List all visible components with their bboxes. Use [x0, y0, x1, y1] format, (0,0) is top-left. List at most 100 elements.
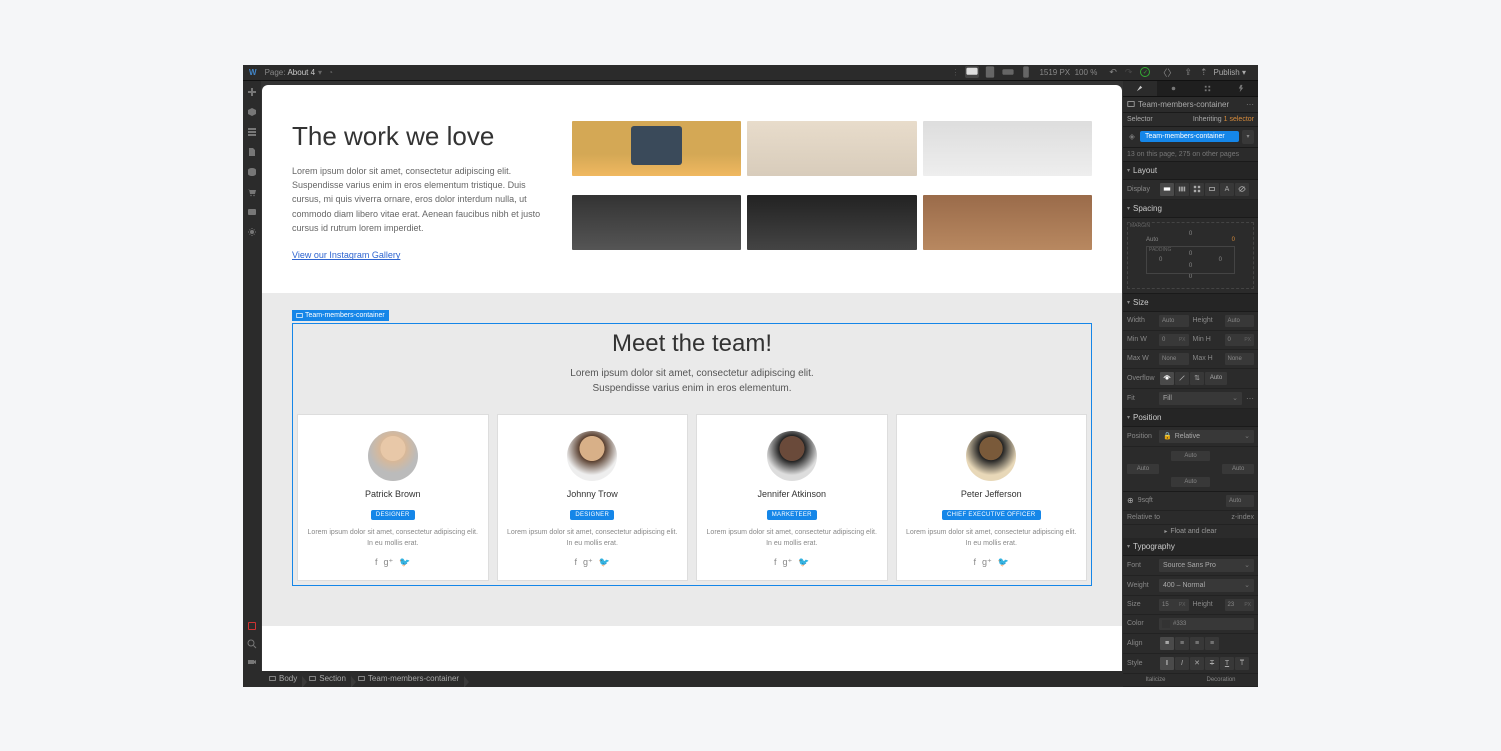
display-inline-block-icon[interactable] [1205, 183, 1219, 196]
deco-underline-icon[interactable]: T [1220, 657, 1234, 670]
pos-top-input[interactable]: Auto [1171, 451, 1209, 461]
status-ok-icon[interactable]: ✓ [1140, 67, 1150, 77]
avatar[interactable] [368, 431, 418, 481]
style-italic-icon[interactable]: I [1175, 657, 1189, 670]
member-role[interactable]: MARKETEER [767, 510, 817, 520]
ecommerce-icon[interactable] [247, 187, 257, 197]
selection-tag[interactable]: Team-members-container [292, 310, 389, 321]
height-input[interactable]: Auto [1225, 315, 1255, 327]
facebook-icon[interactable]: f [974, 557, 977, 568]
page-dropdown-icon[interactable]: ▾ [318, 68, 322, 77]
more-icon[interactable]: ⋯ [1246, 100, 1254, 109]
size-section-header[interactable]: Size [1123, 294, 1258, 312]
member-name[interactable]: Patrick Brown [306, 489, 480, 499]
align-center-icon[interactable]: ≡ [1175, 637, 1189, 650]
position-dropdown[interactable]: 🔒Relative [1159, 430, 1254, 443]
weight-dropdown[interactable]: 400 – Normal [1159, 579, 1254, 592]
google-plus-icon[interactable]: g⁺ [783, 557, 793, 568]
hero-body[interactable]: Lorem ipsum dolor sit amet, consectetur … [292, 164, 552, 236]
google-plus-icon[interactable]: g⁺ [982, 557, 992, 568]
class-chip[interactable]: Team-members-container [1140, 131, 1239, 142]
gallery-image[interactable] [923, 121, 1092, 176]
grip-icon[interactable]: ⋮ [951, 68, 959, 77]
redo-icon[interactable]: ↷ [1125, 67, 1133, 78]
deco-strike-icon[interactable]: T [1205, 657, 1219, 670]
display-grid-icon[interactable] [1190, 183, 1204, 196]
font-size-input[interactable]: 15PX [1159, 599, 1189, 611]
style-manager-tab-icon[interactable] [1191, 81, 1225, 96]
display-none-icon[interactable] [1235, 183, 1249, 196]
team-card[interactable]: Johnny Trow DESIGNER Lorem ipsum dolor s… [497, 414, 689, 581]
display-flex-icon[interactable] [1175, 183, 1189, 196]
gallery-image[interactable] [572, 195, 741, 250]
spacing-section-header[interactable]: Spacing [1123, 200, 1258, 218]
member-bio[interactable]: Lorem ipsum dolor sit amet, consectetur … [905, 528, 1079, 549]
desktop-breakpoint-icon[interactable] [965, 66, 979, 78]
state-dropdown-icon[interactable]: ▾ [1242, 130, 1254, 144]
line-height-input[interactable]: 23PX [1225, 599, 1255, 611]
code-icon[interactable]: 〈〉 [1158, 66, 1176, 79]
gallery-image[interactable] [747, 195, 916, 250]
facebook-icon[interactable]: f [375, 557, 378, 568]
pos-right-input[interactable]: Auto [1222, 464, 1254, 474]
hero-section[interactable]: The work we love Lorem ipsum dolor sit a… [262, 85, 1122, 294]
member-role[interactable]: CHIEF EXECUTIVE OFFICER [942, 510, 1041, 520]
box-icon[interactable] [247, 107, 257, 117]
settings-tab-icon[interactable] [1157, 81, 1191, 96]
video-icon[interactable] [247, 657, 257, 667]
team-section[interactable]: Team-members-container Meet the team! Lo… [262, 293, 1122, 626]
breadcrumb-team-container[interactable]: Team-members-container [352, 674, 465, 683]
maxw-input[interactable]: None [1159, 353, 1189, 365]
avatar[interactable] [767, 431, 817, 481]
member-bio[interactable]: Lorem ipsum dolor sit amet, consectetur … [705, 528, 879, 549]
member-bio[interactable]: Lorem ipsum dolor sit amet, consectetur … [506, 528, 680, 549]
typography-section-header[interactable]: Typography [1123, 538, 1258, 556]
cms-icon[interactable] [247, 167, 257, 177]
team-card[interactable]: Patrick Brown DESIGNER Lorem ipsum dolor… [297, 414, 489, 581]
team-subtitle[interactable]: Lorem ipsum dolor sit amet, consectetur … [293, 366, 1091, 396]
gallery-image[interactable] [923, 195, 1092, 250]
google-plus-icon[interactable]: g⁺ [384, 557, 394, 568]
minw-input[interactable]: 0PX [1159, 334, 1189, 346]
mobile-landscape-breakpoint-icon[interactable] [1001, 66, 1015, 78]
facebook-icon[interactable]: f [575, 557, 578, 568]
instagram-link[interactable]: View our Instagram Gallery [292, 250, 400, 260]
width-input[interactable]: Auto [1159, 315, 1189, 327]
maxh-input[interactable]: None [1225, 353, 1255, 365]
layout-section-header[interactable]: Layout [1123, 162, 1258, 180]
style-regular-icon[interactable]: I [1160, 657, 1174, 670]
twitter-icon[interactable]: 🐦 [599, 557, 610, 568]
overflow-auto-icon[interactable]: Auto [1205, 372, 1227, 385]
add-element-icon[interactable] [247, 87, 257, 97]
canvas-area[interactable]: The work we love Lorem ipsum dolor sit a… [261, 81, 1123, 671]
font-dropdown[interactable]: Source Sans Pro [1159, 559, 1254, 572]
overflow-visible-icon[interactable] [1160, 372, 1174, 385]
preview-icon[interactable]: ◔ [328, 68, 333, 77]
settings-icon[interactable] [247, 227, 257, 237]
member-role[interactable]: DESIGNER [570, 510, 614, 520]
pos-left-input[interactable]: Auto [1127, 464, 1159, 474]
display-block-icon[interactable] [1160, 183, 1174, 196]
spacing-editor[interactable]: MARGIN 0 Auto0 PADDING 0 00 0 0 [1123, 218, 1258, 294]
member-name[interactable]: Johnny Trow [506, 489, 680, 499]
gallery-image[interactable] [572, 121, 741, 176]
selected-element-row[interactable]: Team-members-container ⋯ [1123, 97, 1258, 113]
deco-none-icon[interactable]: ✕ [1190, 657, 1204, 670]
align-justify-icon[interactable]: ≡ [1205, 637, 1219, 650]
zindex-input[interactable]: Auto [1226, 495, 1254, 507]
assets-icon[interactable] [247, 207, 257, 217]
overflow-scroll-icon[interactable]: ⇅ [1190, 372, 1204, 385]
breadcrumb-section[interactable]: Section [303, 674, 352, 683]
pos-bottom-input[interactable]: Auto [1171, 477, 1209, 487]
twitter-icon[interactable]: 🐦 [399, 557, 410, 568]
fit-dropdown[interactable]: Fill [1159, 392, 1242, 405]
member-role[interactable]: DESIGNER [371, 510, 415, 520]
undo-icon[interactable]: ↶ [1109, 67, 1117, 78]
align-left-icon[interactable]: ≡ [1160, 637, 1174, 650]
interactions-tab-icon[interactable] [1224, 81, 1258, 96]
style-tab-icon[interactable] [1123, 81, 1157, 96]
gallery-image[interactable] [747, 121, 916, 176]
avatar[interactable] [567, 431, 617, 481]
facebook-icon[interactable]: f [774, 557, 777, 568]
float-clear-toggle[interactable]: Float and clear [1123, 525, 1258, 538]
